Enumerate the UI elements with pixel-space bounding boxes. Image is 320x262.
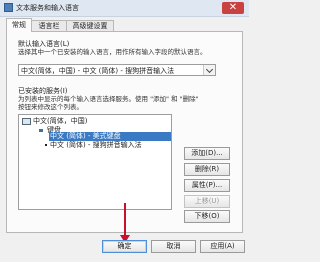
window-title: 文本服务和输入语言: [16, 4, 79, 12]
installed-services-description-line-1: 为列表中显示的每个输入语言选择服务。使用 "添加" 和 "删除": [18, 95, 199, 103]
tree-item-sogou-pinyin[interactable]: 中文 (简体) - 搜狗拼音输入法: [45, 141, 142, 150]
default-input-dropdown[interactable]: 中文(简体，中国) - 中文 (简体) - 搜狗拼音输入法: [18, 64, 216, 76]
apply-button[interactable]: 应用(A): [200, 240, 245, 253]
tree-item-us-keyboard-label: 中文 (简体) - 美式键盘: [50, 132, 121, 140]
title-bar: 文本服务和输入语言 ✕: [0, 0, 249, 17]
tab-advanced-key-settings[interactable]: 高级键设置: [66, 20, 114, 31]
tree-item-sogou-pinyin-label: 中文 (简体) - 搜狗拼音输入法: [50, 141, 142, 149]
close-button[interactable]: ✕: [222, 2, 244, 14]
cancel-button[interactable]: 取消: [151, 240, 196, 253]
list-bullet-icon: [45, 135, 47, 137]
keyboard-language-icon: [22, 118, 31, 125]
properties-button[interactable]: 属性(P)...: [184, 179, 230, 192]
dropdown-button[interactable]: [203, 65, 215, 75]
app-icon: [4, 3, 13, 12]
tab-language-bar[interactable]: 语言栏: [31, 20, 67, 31]
tree-language-node[interactable]: 中文(简体，中国): [33, 117, 87, 126]
chevron-down-icon: [205, 65, 214, 74]
annotation-arrow-line: [124, 203, 126, 237]
move-up-button[interactable]: 上移(U): [184, 195, 230, 208]
tab-general[interactable]: 常规: [6, 18, 32, 32]
tree-item-us-keyboard[interactable]: 中文 (简体) - 美式键盘: [45, 132, 121, 141]
keyboard-category-icon: [39, 128, 43, 132]
list-bullet-icon: [45, 144, 47, 146]
ok-button[interactable]: 确定: [102, 240, 147, 253]
default-input-description: 选择其中一个已安装的输入语言，用作所有输入字段的默认语言。: [18, 48, 207, 56]
default-input-selected-value: 中文(简体，中国) - 中文 (简体) - 搜狗拼音输入法: [21, 67, 175, 75]
remove-button[interactable]: 删除(R): [184, 163, 230, 176]
installed-services-list[interactable]: 中文(简体，中国) 键盘 中文 (简体) - 美式键盘 中文 (简体) - 搜狗…: [18, 114, 172, 210]
move-down-button[interactable]: 下移(O): [184, 210, 230, 223]
add-button[interactable]: 添加(D)...: [184, 147, 230, 160]
installed-services-description-line-2: 按钮来修改这个列表。: [18, 103, 83, 111]
